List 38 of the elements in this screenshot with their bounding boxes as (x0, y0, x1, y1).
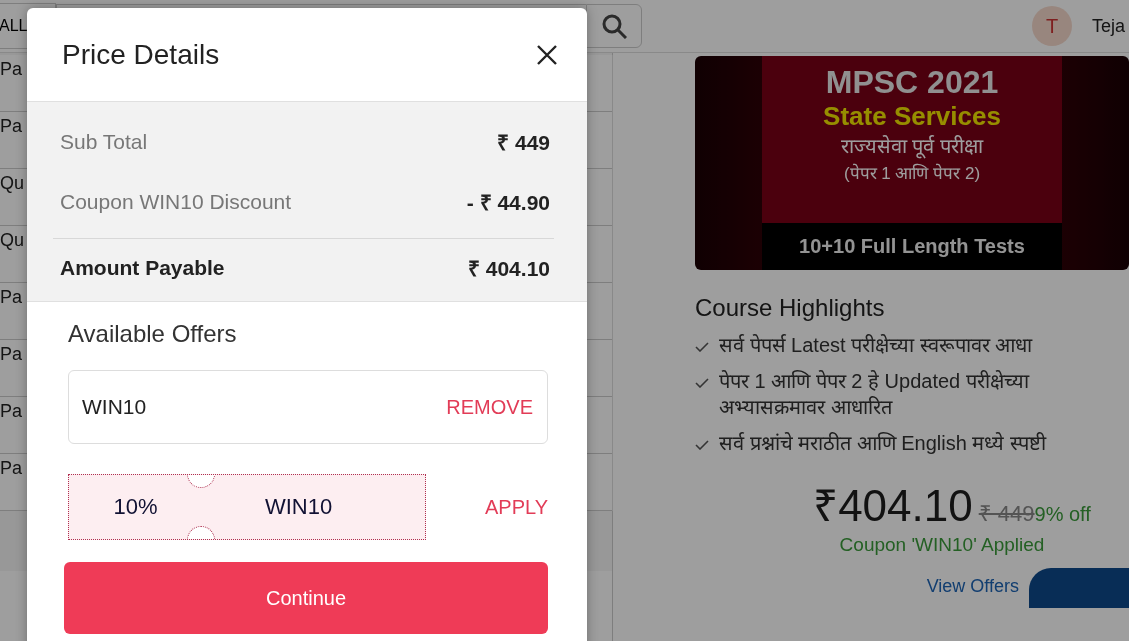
check-icon (695, 378, 709, 388)
price-value: ₹ 449 (497, 130, 550, 156)
dialog-title: Price Details (62, 38, 220, 71)
offers-title: Available Offers (68, 320, 238, 348)
price-value: ₹ 404.10 (467, 256, 550, 282)
banner-subtitle: State Services (823, 101, 1001, 132)
price-label: Coupon WIN10 Discount (60, 190, 292, 214)
highlight-text: सर्व प्रश्नांचे मराठीत आणि English मध्ये स्पष्टी (719, 431, 1048, 456)
coupon-code: WIN10 (263, 494, 334, 520)
continue-button[interactable]: Continue (64, 562, 548, 634)
course-price: ₹404.10 (813, 480, 973, 532)
view-offers-link[interactable]: View Offers (926, 576, 1019, 597)
action-button[interactable] (1029, 568, 1129, 608)
close-icon (536, 43, 558, 66)
coupon-discount: 10% (112, 494, 159, 520)
remove-button[interactable]: REMOVE (446, 395, 533, 419)
banner-title: MPSC 2021 (825, 64, 999, 101)
price-label: Sub Total (60, 130, 148, 154)
banner-footer: 10+10 Full Length Tests (762, 223, 1062, 270)
coupon-code: WIN10 (82, 395, 147, 419)
price-value: - ₹ 44.90 (466, 190, 550, 216)
check-icon (695, 342, 709, 352)
highlight-text: पेपर 1 आणि पेपर 2 हे Updated परीक्षेच्या अभ्यासक्रमावर आधारित (719, 369, 1031, 420)
highlight-text: सर्व पेपर्स Latest परीक्षेच्या स्वरूपावर आधा (719, 333, 1034, 358)
banner-text: राज्यसेवा पूर्व परीक्षा (840, 134, 984, 159)
search-button[interactable] (586, 4, 642, 48)
original-price: ₹ 449 (978, 500, 1035, 527)
user-name[interactable]: Teja (1092, 15, 1129, 37)
check-icon (695, 440, 709, 450)
discount-text: 9% off (1034, 503, 1091, 526)
user-avatar[interactable]: T (1032, 6, 1072, 46)
apply-button[interactable]: APPLY (485, 495, 548, 519)
search-icon (601, 13, 627, 39)
coupon-note: Coupon 'WIN10' Applied (839, 534, 1045, 556)
banner-text: (पेपर 1 आणि पेपर 2) (843, 162, 981, 184)
highlights-title: Course Highlights (695, 294, 886, 322)
price-label: Amount Payable (60, 256, 225, 280)
close-button[interactable] (536, 43, 558, 66)
